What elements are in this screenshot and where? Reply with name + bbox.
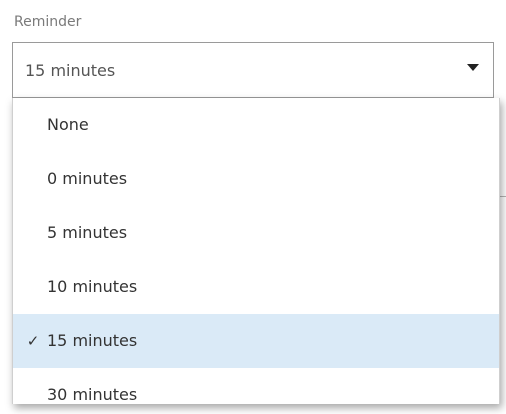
reminder-dropdown[interactable]: 15 minutes: [12, 42, 494, 98]
dropdown-option-10-minutes[interactable]: 10 minutes: [13, 260, 499, 314]
dropdown-option-30-minutes[interactable]: 30 minutes: [13, 368, 499, 404]
dropdown-option-5-minutes[interactable]: 5 minutes: [13, 206, 499, 260]
dropdown-option-0-minutes[interactable]: 0 minutes: [13, 152, 499, 206]
option-label: 5 minutes: [47, 223, 128, 242]
option-label: 30 minutes: [47, 385, 138, 404]
reminder-label: Reminder: [14, 14, 82, 30]
option-label: 0 minutes: [47, 169, 128, 188]
option-label: 10 minutes: [47, 277, 138, 296]
reminder-selected-value: 15 minutes: [25, 61, 116, 80]
option-label: 15 minutes: [47, 331, 138, 350]
checkmark-icon: ✓: [26, 332, 40, 350]
reminder-options-list[interactable]: None 0 minutes 5 minutes 10 minutes ✓ 15…: [12, 98, 500, 404]
chevron-down-icon[interactable]: [467, 64, 479, 71]
dropdown-option-15-minutes[interactable]: ✓ 15 minutes: [13, 314, 499, 368]
dropdown-option-none[interactable]: None: [13, 98, 499, 152]
option-label: None: [47, 115, 89, 134]
